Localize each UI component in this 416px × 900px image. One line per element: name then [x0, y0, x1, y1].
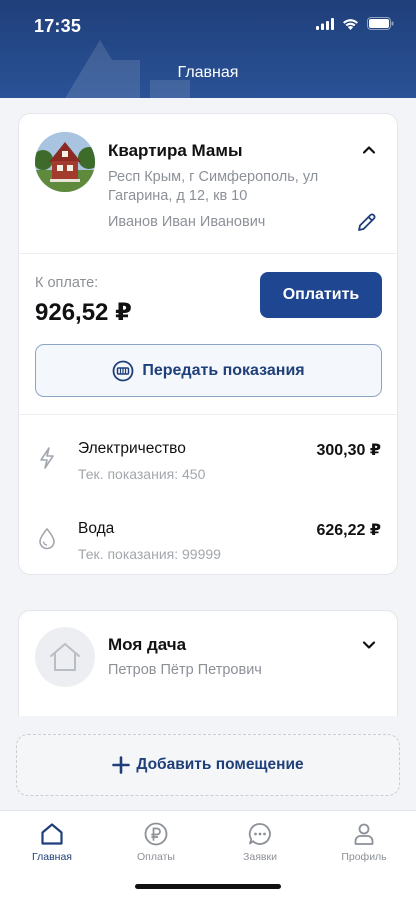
tab-payments[interactable]: Оплаты: [116, 821, 196, 867]
tab-label: Оплаты: [137, 851, 175, 863]
house-photo: [35, 132, 95, 192]
status-icons: [316, 17, 394, 30]
tab-profile[interactable]: Профиль: [324, 821, 404, 867]
service-name: Электричество: [78, 440, 186, 457]
pencil-icon: [358, 213, 376, 231]
payment-amount: 926,52 ₽: [35, 299, 132, 326]
service-reading: Тек. показания: 99999: [78, 546, 221, 562]
tab-label: Профиль: [341, 851, 387, 863]
person-icon: [354, 823, 374, 845]
service-reading: Тек. показания: 450: [78, 466, 206, 482]
cellular-signal-icon: [316, 17, 334, 30]
app-header: 17:35 Главная: [0, 0, 416, 98]
add-property-label: Добавить помещение: [136, 756, 304, 773]
submit-readings-label: Передать показания: [142, 361, 305, 379]
chevron-down-icon: [362, 641, 376, 649]
service-row-water[interactable]: Вода Тек. показания: 99999 626,22 ₽: [19, 512, 397, 572]
battery-icon: [367, 17, 394, 30]
meter-icon: [112, 360, 134, 381]
edit-property-button[interactable]: [355, 210, 379, 234]
service-row-electricity[interactable]: Электричество Тек. показания: 450 300,30…: [19, 432, 397, 492]
ruble-coin-icon: [144, 822, 168, 846]
pay-button[interactable]: Оплатить: [260, 272, 382, 318]
wifi-icon: [343, 18, 358, 30]
service-amount: 300,30 ₽: [316, 442, 381, 459]
chevron-up-icon: [362, 146, 376, 154]
service-name: Вода: [78, 520, 115, 537]
tab-home[interactable]: Главная: [12, 821, 92, 867]
add-property-button[interactable]: Добавить помещение: [16, 734, 400, 796]
submit-readings-button[interactable]: Передать показания: [35, 344, 382, 397]
status-time: 17:35: [34, 16, 82, 36]
property-photo: [35, 132, 95, 192]
home-indicator: [135, 884, 281, 889]
property-title: Квартира Мамы: [108, 141, 243, 160]
home-icon: [41, 823, 63, 845]
expand-button[interactable]: [357, 633, 381, 657]
divider: [19, 253, 397, 254]
water-drop-icon: [39, 527, 55, 550]
property-card-apartment: Квартира Мамы Респ Крым, г Симферополь, …: [18, 113, 398, 575]
tab-label: Главная: [32, 851, 72, 863]
service-amount: 626,22 ₽: [316, 522, 381, 539]
divider: [19, 414, 397, 415]
chat-bubble-icon: [248, 823, 271, 845]
house-outline-icon: [50, 643, 80, 671]
property-owner: Иванов Иван Иванович: [108, 214, 266, 230]
tab-label: Заявки: [243, 851, 277, 863]
collapse-button[interactable]: [357, 138, 381, 162]
page-title: Главная: [177, 64, 239, 81]
property-title: Моя дача: [108, 635, 187, 654]
tab-requests[interactable]: Заявки: [220, 821, 300, 867]
add-area: Добавить помещение: [0, 716, 416, 810]
property-address: Респ Крым, г Симферополь, ул Гагарина, д…: [108, 169, 319, 204]
payment-label: К оплате:: [35, 275, 99, 291]
status-bar: 17:35: [0, 0, 416, 50]
property-placeholder-avatar: [35, 627, 95, 687]
property-owner: Петров Пётр Петрович: [108, 662, 262, 678]
plus-icon: [112, 756, 131, 774]
lightning-icon: [40, 447, 54, 469]
